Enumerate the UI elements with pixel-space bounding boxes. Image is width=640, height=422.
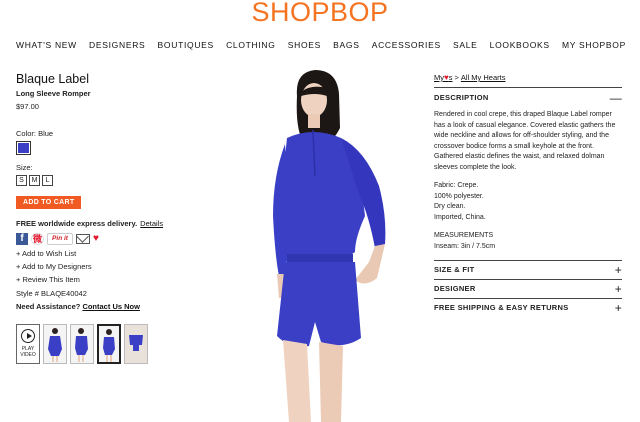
email-icon[interactable] <box>76 233 90 244</box>
measurements-title: MEASUREMENTS <box>434 232 494 239</box>
my-label: My <box>434 73 444 82</box>
add-to-cart-button[interactable]: ADD TO CART <box>16 196 82 209</box>
expand-icon[interactable]: + <box>615 302 622 314</box>
shipping-returns-header[interactable]: FREE SHIPPING & EASY RETURNS + <box>434 299 622 317</box>
expand-icon[interactable]: + <box>615 283 622 295</box>
nav-whats-new[interactable]: WHAT'S NEW <box>16 40 77 50</box>
description-header[interactable]: DESCRIPTION — <box>434 87 622 107</box>
shipping-returns-title: FREE SHIPPING & EASY RETURNS <box>434 303 569 312</box>
all-my-hearts-link[interactable]: All My Hearts <box>461 73 506 82</box>
swatch-fill <box>18 143 29 153</box>
play-icon <box>21 329 35 343</box>
nav-accessories[interactable]: ACCESSORIES <box>372 40 441 50</box>
pinterest-icon[interactable]: Pin it <box>47 232 73 245</box>
size-fit-title: SIZE & FIT <box>434 265 475 274</box>
color-label: Color: Blue <box>16 129 54 138</box>
description-paragraph: Rendered in cool crepe, this draped Blaq… <box>434 111 616 171</box>
social-share: f 微 Pin it ♥ <box>16 232 206 245</box>
thumbnail-2[interactable] <box>70 324 94 364</box>
weibo-icon[interactable]: 微 <box>31 232 44 245</box>
size-selector: S M L <box>16 175 206 186</box>
product-info: Blaque Label Long Sleeve Romper $97.00 C… <box>16 72 206 364</box>
brand-name[interactable]: Blaque Label <box>16 72 206 86</box>
detail-care: Dry clean. <box>434 203 466 210</box>
size-option-m[interactable]: M <box>29 175 40 186</box>
shipping-returns-section: FREE SHIPPING & EASY RETURNS + <box>434 298 622 317</box>
nav-my-shopbop[interactable]: MY SHOPBOP <box>562 40 626 50</box>
style-number: Style # BLAQE40042 <box>16 289 87 298</box>
size-label: Size: <box>16 163 33 172</box>
measurements: MEASUREMENTS Inseam: 3in / 7.5cm <box>434 231 622 252</box>
product-name: Long Sleeve Romper <box>16 89 91 98</box>
facebook-icon[interactable]: f <box>16 232 28 245</box>
product-price: $97.00 <box>16 102 39 111</box>
add-to-my-designers-link[interactable]: + Add to My Designers <box>16 262 206 271</box>
nav-clothing[interactable]: CLOTHING <box>226 40 276 50</box>
size-option-s[interactable]: S <box>16 175 27 186</box>
add-to-wish-list-link[interactable]: + Add to Wish List <box>16 249 206 258</box>
my-hearts-breadcrumb: My♥s > All My Hearts <box>434 73 622 82</box>
play-video-thumbnail[interactable]: PLAY VIDEO <box>16 324 40 364</box>
product-actions: + Add to Wish List + Add to My Designers… <box>16 249 206 284</box>
color-swatch-blue[interactable] <box>16 141 31 155</box>
shopbop-logo[interactable]: SHOPBOP <box>0 0 640 28</box>
review-item-link[interactable]: + Review This Item <box>16 275 206 284</box>
description-title: DESCRIPTION <box>434 93 489 102</box>
thumbnail-3-selected[interactable] <box>97 324 121 364</box>
detail-fabric: Fabric: Crepe. <box>434 182 479 189</box>
nav-bags[interactable]: BAGS <box>333 40 359 50</box>
delivery-text: FREE worldwide express delivery. <box>16 219 138 228</box>
nav-designers[interactable]: DESIGNERS <box>89 40 145 50</box>
designer-section: DESIGNER + <box>434 279 622 298</box>
designer-header[interactable]: DESIGNER + <box>434 280 622 298</box>
size-fit-header[interactable]: SIZE & FIT + <box>434 261 622 279</box>
suffix-label: s <box>448 73 453 82</box>
detail-material: 100% polyester. <box>434 192 484 200</box>
size-fit-section: SIZE & FIT + <box>434 260 622 279</box>
product-model-image[interactable] <box>215 66 420 422</box>
delivery-info: FREE worldwide express delivery. Details <box>16 219 206 228</box>
designer-title: DESIGNER <box>434 284 476 293</box>
delivery-details-link[interactable]: Details <box>140 219 163 228</box>
contact-us-link[interactable]: Contact Us Now <box>82 302 140 311</box>
nav-sale[interactable]: SALE <box>453 40 478 50</box>
main-nav: WHAT'S NEW DESIGNERS BOUTIQUES CLOTHING … <box>16 40 626 50</box>
assistance: Need Assistance? Contact Us Now <box>16 302 206 311</box>
my-hearts-link[interactable]: My♥s <box>434 73 453 82</box>
collapse-icon[interactable]: — <box>610 92 622 104</box>
measurements-value: Inseam: 3in / 7.5cm <box>434 242 496 250</box>
thumbnail-4[interactable] <box>124 324 148 364</box>
detail-origin: Imported, China. <box>434 213 486 221</box>
thumbnail-1[interactable] <box>43 324 67 364</box>
breadcrumb-separator: > <box>454 73 459 82</box>
play-video-label: PLAY VIDEO <box>20 346 36 358</box>
thumbnail-strip: PLAY VIDEO <box>16 324 206 364</box>
fabric-details: Fabric: Crepe. 100% polyester. Dry clean… <box>434 181 622 223</box>
nav-lookbooks[interactable]: LOOKBOOKS <box>490 40 550 50</box>
expand-icon[interactable]: + <box>615 264 622 276</box>
heart-icon[interactable]: ♥ <box>93 233 99 244</box>
description-body: Rendered in cool crepe, this draped Blaq… <box>434 110 622 252</box>
nav-shoes[interactable]: SHOES <box>288 40 321 50</box>
size-option-l[interactable]: L <box>42 175 53 186</box>
nav-boutiques[interactable]: BOUTIQUES <box>158 40 214 50</box>
assist-label: Need Assistance? <box>16 302 81 311</box>
product-details-panel: My♥s > All My Hearts DESCRIPTION — Rende… <box>434 73 622 317</box>
